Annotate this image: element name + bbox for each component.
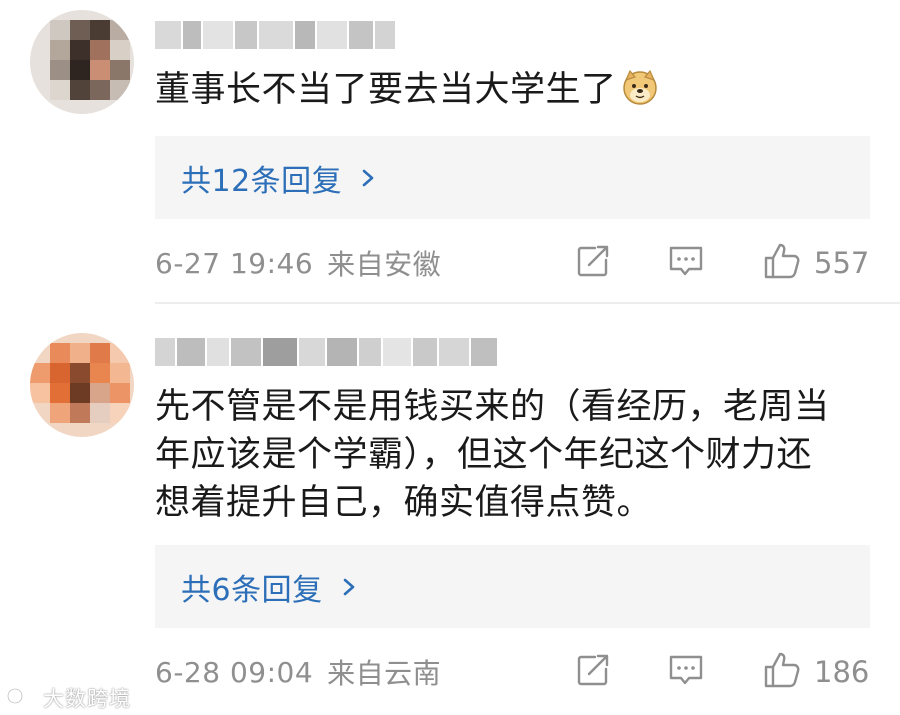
comment-1: 董事长不当了要去当大学生了 共12条回复 6-27 19:46 来自安徽 557 xyxy=(0,0,900,305)
chevron-right-icon xyxy=(341,572,359,602)
comment-time: 6-28 09:04 xyxy=(155,655,314,689)
watermark: 大数跨境 xyxy=(6,683,131,713)
replies-label: 共12条回复 xyxy=(181,163,343,199)
comment-text-line: 先不管是不是用钱买来的（看经历，老周当 xyxy=(155,387,830,427)
watermark-text: 大数跨境 xyxy=(43,687,131,711)
comment-button[interactable] xyxy=(667,647,705,697)
share-icon xyxy=(575,652,611,692)
comment-2: 先不管是不是用钱买来的（看经历，老周当 年应该是个学霸），但这个年纪这个财力还 … xyxy=(0,305,900,715)
comment-text-line: 年应该是个学霸），但这个年纪这个财力还 xyxy=(155,435,813,475)
replies-label: 共6条回复 xyxy=(181,572,323,608)
share-icon xyxy=(575,243,611,283)
replies-link[interactable]: 共12条回复 xyxy=(155,136,870,219)
share-button[interactable] xyxy=(575,238,611,288)
share-button[interactable] xyxy=(575,647,611,697)
comment-text: 董事长不当了要去当大学生了 xyxy=(155,66,875,114)
divider xyxy=(155,302,900,304)
comment-icon xyxy=(667,651,705,693)
like-button[interactable]: 557 xyxy=(762,238,869,288)
comment-meta: 6-28 09:04 来自云南 186 xyxy=(155,647,870,697)
watermark-logo-icon xyxy=(6,685,40,711)
comment-text-body: 董事长不当了要去当大学生了 xyxy=(155,70,617,110)
thumbs-up-icon xyxy=(762,241,802,285)
comment-icon xyxy=(667,242,705,284)
comment-time: 6-27 19:46 xyxy=(155,246,314,280)
doge-emoji-icon xyxy=(621,68,659,106)
comment-button[interactable] xyxy=(667,238,705,288)
comment-text: 先不管是不是用钱买来的（看经历，老周当 年应该是个学霸），但这个年纪这个财力还 … xyxy=(155,383,875,527)
like-count: 557 xyxy=(814,246,870,280)
avatar[interactable] xyxy=(30,333,134,437)
chevron-right-icon xyxy=(360,163,378,193)
like-button[interactable]: 186 xyxy=(762,647,869,697)
comment-text-line: 想着提升自己，确实值得点赞。 xyxy=(155,483,653,523)
comment-location: 来自云南 xyxy=(327,657,442,690)
like-count: 186 xyxy=(814,655,870,689)
replies-link[interactable]: 共6条回复 xyxy=(155,545,870,628)
avatar[interactable] xyxy=(30,10,134,114)
thumbs-up-icon xyxy=(762,650,802,694)
username-blurred[interactable] xyxy=(155,18,397,52)
comment-meta: 6-27 19:46 来自安徽 557 xyxy=(155,238,870,288)
comment-location: 来自安徽 xyxy=(327,248,442,281)
username-blurred[interactable] xyxy=(155,335,499,369)
